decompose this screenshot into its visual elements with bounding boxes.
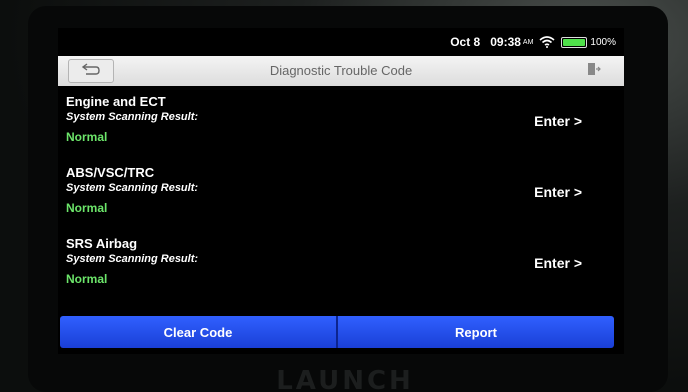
scan-result-value: Normal: [66, 130, 108, 144]
status-ampm: AM: [522, 38, 534, 46]
status-date: Oct 8: [450, 35, 481, 49]
launch-logo: LAUNCH: [276, 366, 414, 392]
page-title: Diagnostic Trouble Code: [269, 63, 413, 78]
exit-button[interactable]: [574, 59, 614, 83]
bottom-action-bar: Clear Code Report: [60, 316, 614, 348]
enter-button-abs-vsc-trc[interactable]: Enter >: [534, 184, 582, 200]
clear-code-button[interactable]: Clear Code: [60, 316, 336, 348]
system-name: SRS Airbag: [66, 236, 138, 251]
enter-button-engine-ect[interactable]: Enter >: [534, 113, 582, 129]
system-list: Engine and ECT System Scanning Result: N…: [58, 90, 624, 303]
system-item-engine-ect: Engine and ECT System Scanning Result: N…: [58, 90, 624, 161]
status-time: 09:38: [490, 35, 521, 49]
system-name: ABS/VSC/TRC: [66, 165, 155, 180]
system-item-abs-vsc-trc: ABS/VSC/TRC System Scanning Result: Norm…: [58, 161, 624, 232]
report-button[interactable]: Report: [338, 316, 614, 348]
scan-result-value: Normal: [66, 201, 108, 215]
enter-button-srs-airbag[interactable]: Enter >: [534, 255, 582, 271]
system-item-srs-airbag: SRS Airbag System Scanning Result: Norma…: [58, 232, 624, 303]
battery-icon: [561, 36, 588, 48]
system-name: Engine and ECT: [66, 94, 166, 109]
device-screen: Oct 8 09:38 AM 100% Diagnostic Trouble C…: [58, 28, 624, 354]
wifi-icon: [539, 36, 555, 48]
exit-icon: [587, 62, 601, 81]
status-indicators: Oct 8 09:38 AM 100%: [450, 35, 616, 49]
status-bar: Oct 8 09:38 AM 100%: [58, 28, 624, 56]
scan-result-value: Normal: [66, 272, 108, 286]
battery-percent: 100%: [590, 36, 616, 48]
title-bar: Diagnostic Trouble Code: [58, 56, 624, 86]
